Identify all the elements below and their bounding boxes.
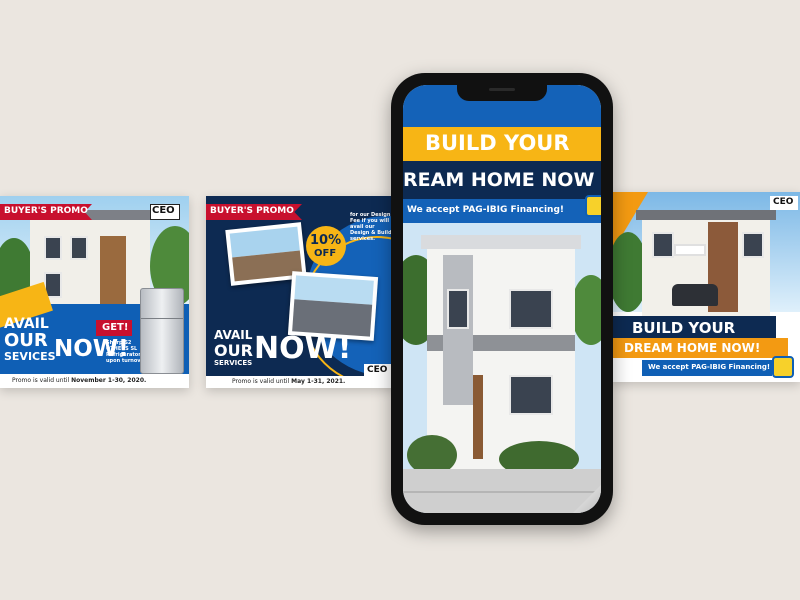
card1-services: SEVICES (4, 350, 56, 363)
card3-headline-1: BUILD YOUR (632, 319, 736, 337)
phone-window (509, 289, 553, 329)
card1-logo-text: CEO (152, 205, 175, 216)
phone-driveway-line (403, 491, 601, 493)
card2-now: NOW! (254, 331, 352, 366)
phone-door (473, 375, 483, 459)
card3-window (742, 232, 764, 258)
card3-car (672, 284, 718, 306)
card2-footer-text: Promo is valid until May 1-31, 2021. (232, 378, 346, 385)
phone-frame: BUILD YOUR REAM HOME NOW We accept PAG-I… (391, 73, 613, 525)
card1-ribbon-text: BUYER'S PROMO (4, 206, 88, 216)
phone-speaker (489, 88, 515, 91)
card1-window (44, 236, 62, 260)
card1-our: OUR (4, 330, 48, 351)
card3-roof (636, 210, 776, 220)
card3-logo-text: CEO (773, 197, 794, 207)
phone-window (509, 375, 553, 415)
card3-balcony (674, 244, 706, 256)
phone-tree (571, 275, 601, 345)
phone-headline-2: REAM HOME NOW (403, 169, 595, 191)
card3-headline-2: DREAM HOME NOW! (624, 341, 761, 355)
pagibig-logo (772, 356, 794, 378)
card2-ribbon-text: BUYER'S PROMO (210, 206, 294, 216)
phone-screen: BUILD YOUR REAM HOME NOW We accept PAG-I… (403, 85, 601, 513)
promo-card-3: CEO BUILD YOUR DREAM HOME NOW! We accept… (612, 192, 800, 382)
promo-card-1: BUYER'S PROMO CEO AVAIL OUR SEVICES NOW!… (0, 196, 189, 388)
phone-roof (421, 235, 581, 249)
refrigerator-image (140, 288, 184, 374)
phone-headline-1: BUILD YOUR (425, 131, 570, 155)
discount-off: OFF (314, 248, 337, 259)
phone-window (447, 289, 469, 329)
phone-pagibig-text: We accept PAG-IBIG Financing! (407, 205, 564, 215)
refrigerator-divider (141, 318, 183, 319)
promo-card-2: BUYER'S PROMO 10% OFF for our Design Fee… (206, 196, 395, 388)
pagibig-logo (585, 195, 601, 217)
card1-wood-panel (100, 236, 126, 306)
card2-logo-text: CEO (367, 365, 388, 375)
card1-footer-text: Promo is valid until November 1-30, 2020… (12, 377, 147, 384)
card2-blurb-line: services. (350, 236, 376, 242)
card2-avail: AVAIL (214, 328, 253, 342)
card1-window (70, 236, 88, 260)
card3-window (652, 232, 674, 258)
card1-get-text: GET! (102, 322, 129, 333)
phone-grey-panel (443, 255, 473, 405)
phone-notch (457, 83, 547, 101)
card2-our: OUR (214, 341, 253, 360)
card3-pagibig-text: We accept PAG-IBIG Financing! (648, 363, 771, 371)
discount-percent: 10% (310, 233, 342, 248)
card2-services: SERVICES (214, 359, 253, 367)
